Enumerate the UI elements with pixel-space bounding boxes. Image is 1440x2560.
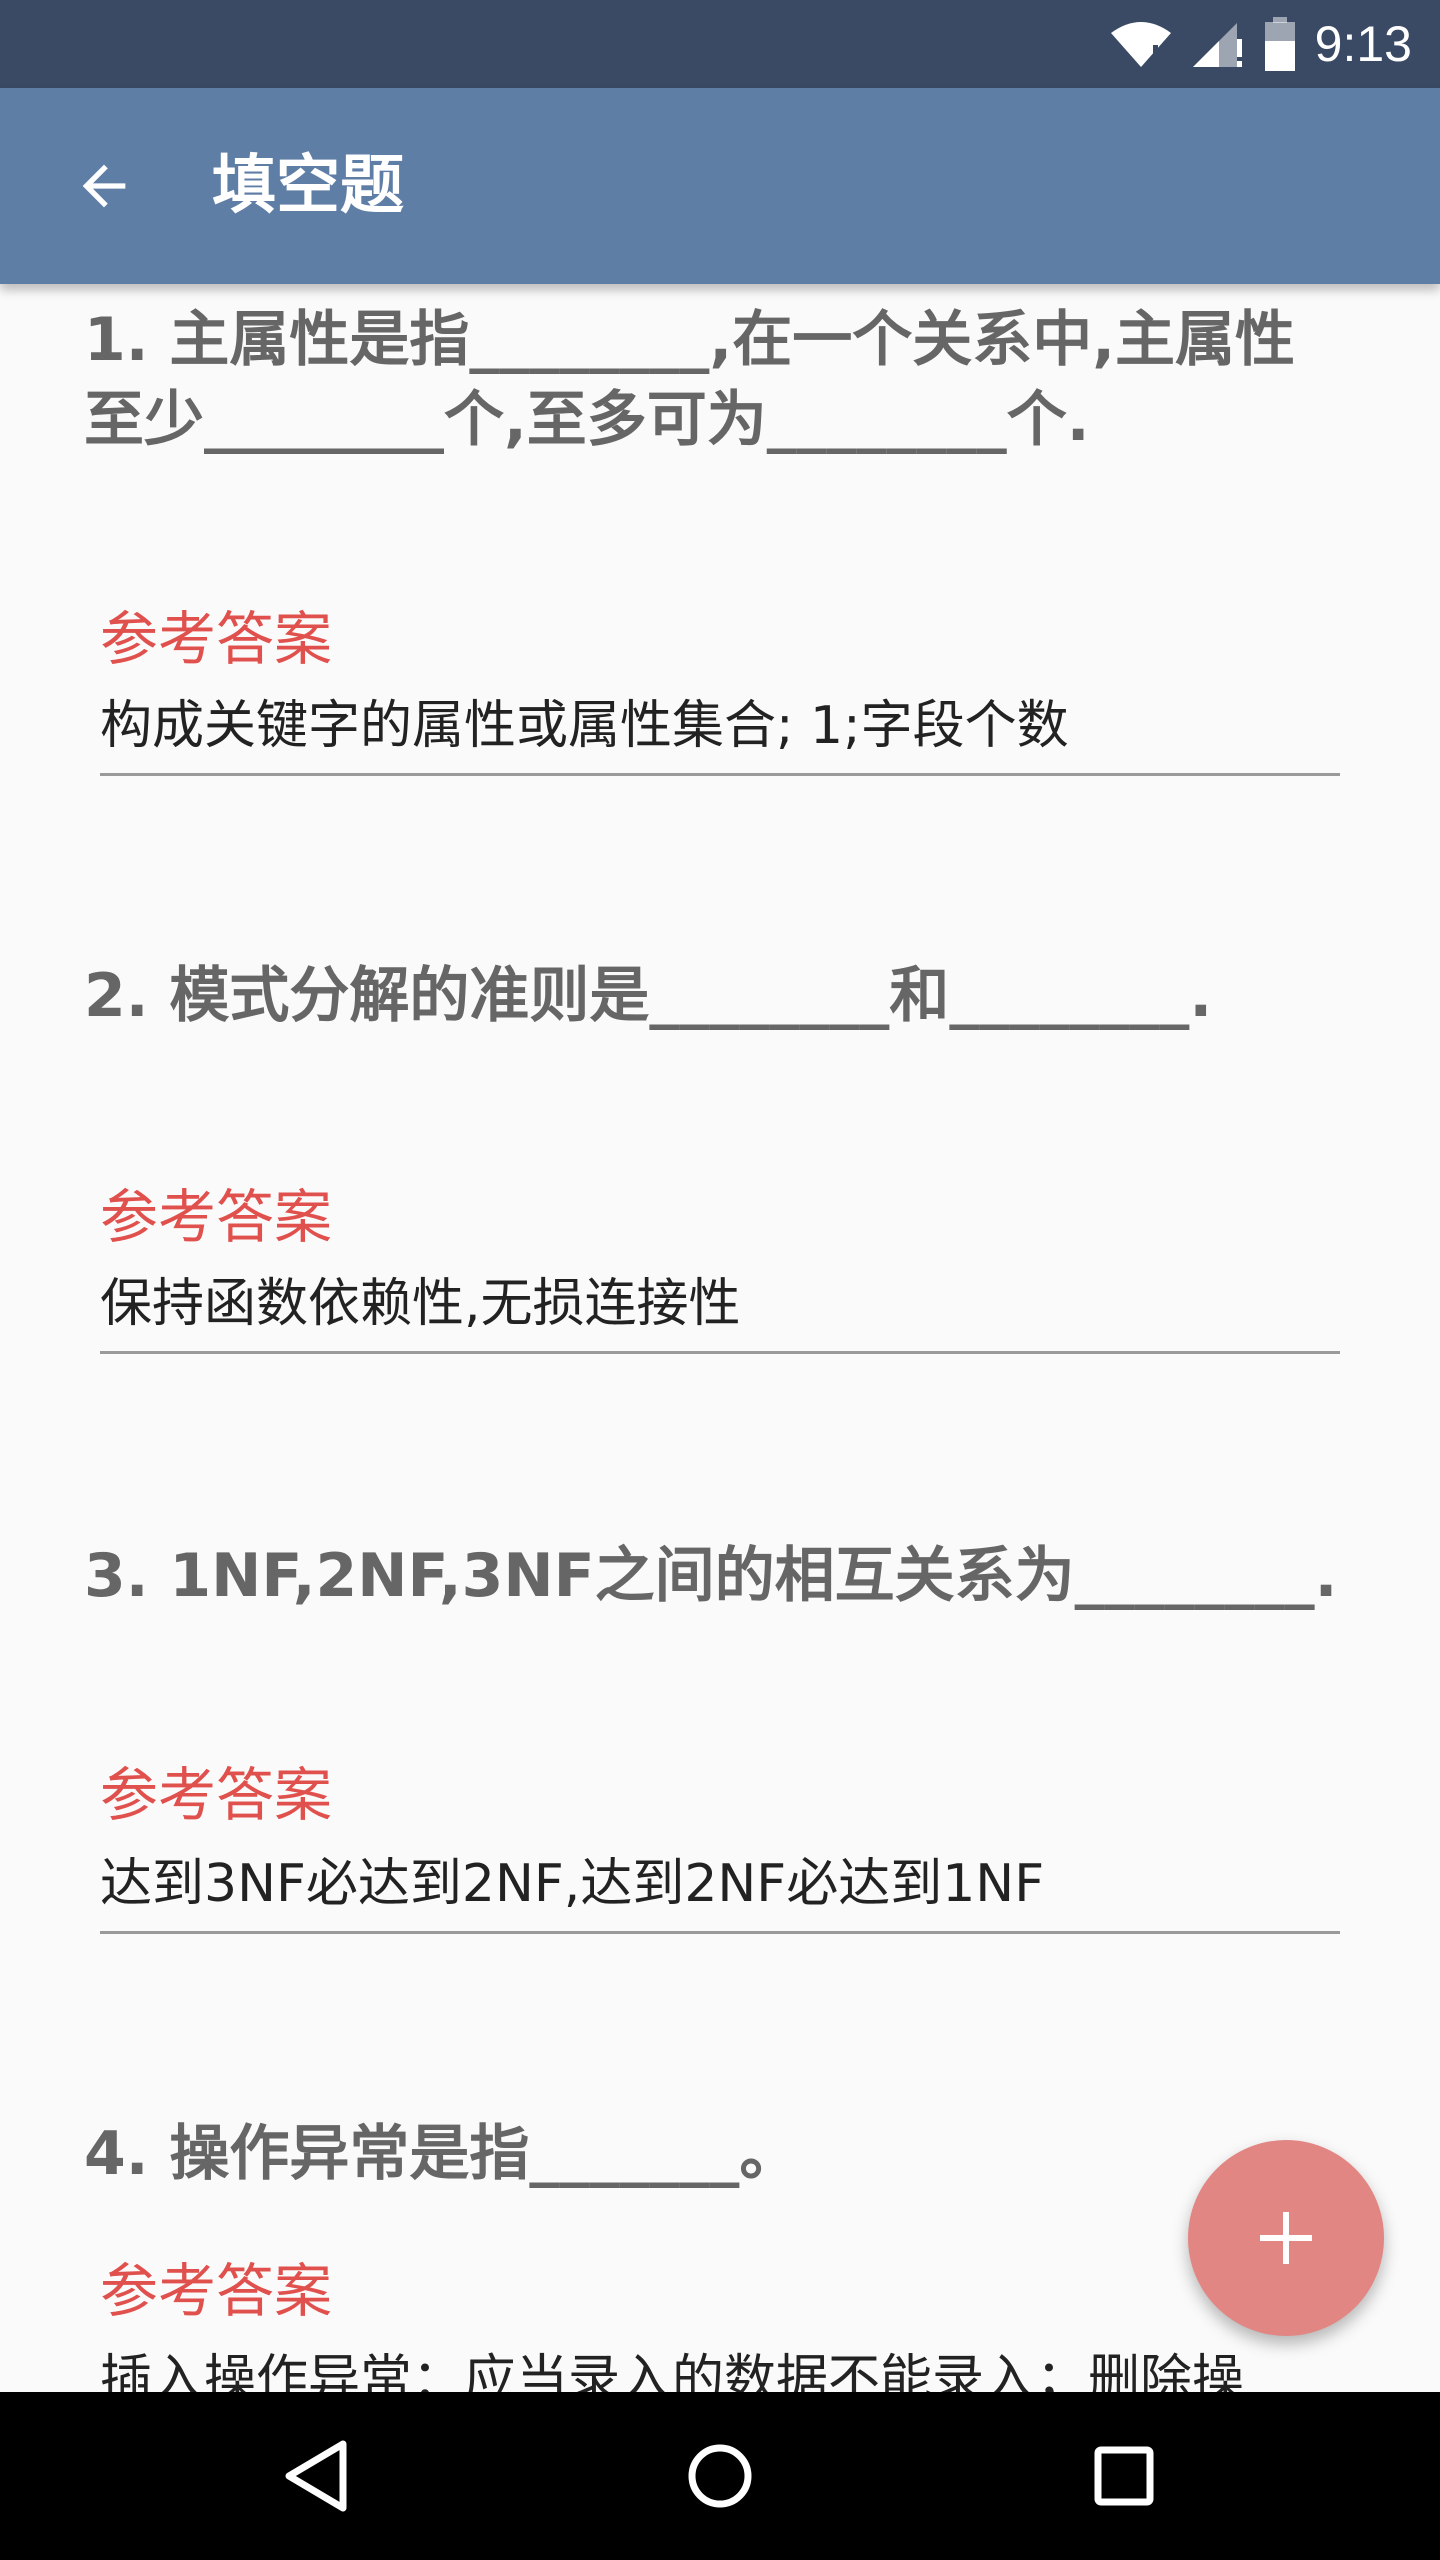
status-bar: 9:13 (0, 0, 1440, 88)
answer-field[interactable]: 保持函数依赖性,无损连接性 (100, 1268, 1340, 1354)
battery-icon (1263, 17, 1297, 71)
back-button[interactable] (48, 130, 160, 242)
question-text: 3. 1NF,2NF,3NF之间的相互关系为________. (84, 1541, 1338, 1611)
status-time: 9:13 (1314, 16, 1412, 72)
answer-field[interactable]: 插入操作异常：应当录入的数据不能录入；删除操 (100, 2344, 1340, 2392)
answer-field[interactable]: 构成关键字的属性或属性集合; 1;字段个数 (100, 690, 1340, 776)
plus-icon (1260, 2212, 1312, 2264)
question-text: 1. 主属性是指________,在一个关系中,主属性至少________个,至… (84, 305, 1296, 455)
answer-label: 参考答案 (100, 1183, 333, 1251)
answer-label: 参考答案 (100, 2257, 333, 2325)
arrow-back-icon (82, 164, 126, 208)
signal-icon (1191, 19, 1245, 69)
nav-recents-icon (1094, 2446, 1154, 2506)
nav-recents-button[interactable] (1074, 2426, 1174, 2526)
answer-label: 参考答案 (100, 1761, 333, 1829)
question-text: 2. 模式分解的准则是________和________. (84, 961, 1213, 1031)
question-text: 4. 操作异常是指_______。 (84, 2119, 800, 2189)
page-title: 填空题 (212, 149, 404, 223)
nav-home-icon (688, 2444, 752, 2508)
status-icons: 9:13 (1109, 0, 1412, 88)
nav-back-button[interactable] (266, 2426, 366, 2526)
add-button[interactable] (1188, 2140, 1384, 2336)
navigation-bar (0, 2392, 1440, 2560)
answer-label: 参考答案 (100, 605, 333, 673)
nav-home-button[interactable] (670, 2426, 770, 2526)
nav-back-icon (285, 2440, 347, 2512)
answer-field[interactable]: 达到3NF必达到2NF,达到2NF必达到1NF (100, 1848, 1340, 1934)
app-bar: 填空题 (0, 88, 1440, 284)
question-list[interactable]: 1. 主属性是指________,在一个关系中,主属性至少________个,至… (0, 284, 1440, 2392)
wifi-icon (1109, 19, 1173, 69)
